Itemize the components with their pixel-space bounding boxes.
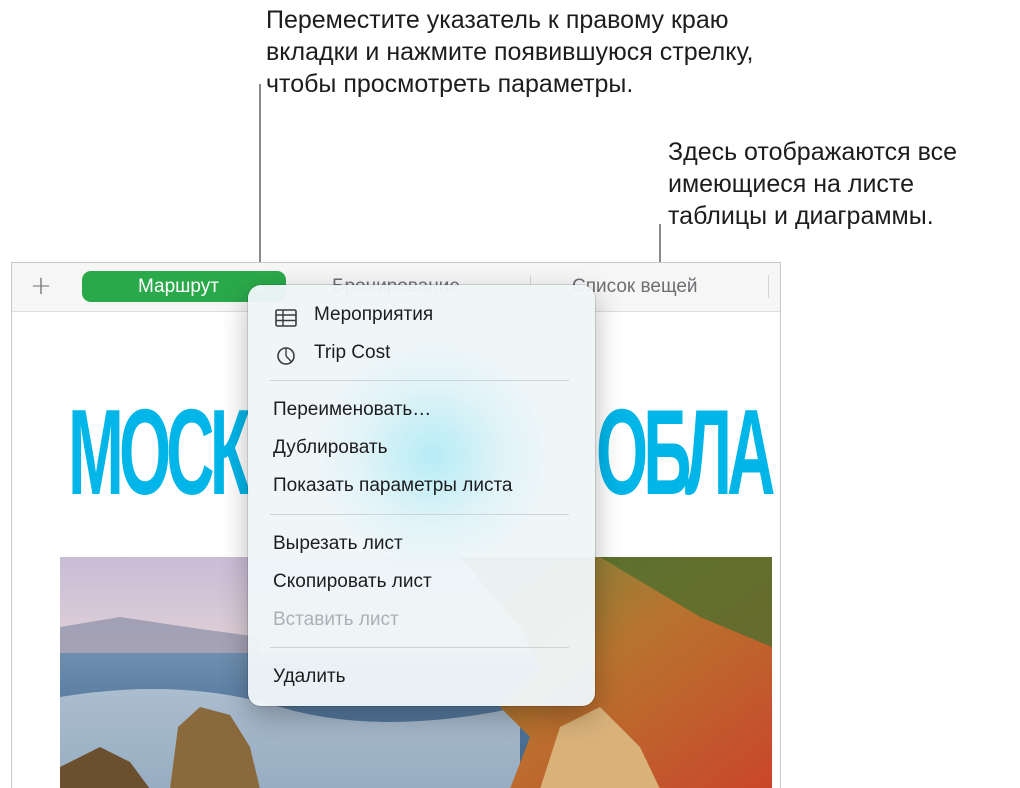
pie-chart-icon — [275, 344, 297, 365]
sheet-tab-label: Маршрут — [138, 276, 219, 297]
menu-separator — [270, 380, 569, 381]
menu-item-duplicate[interactable]: Дублировать — [273, 432, 388, 464]
sheet-context-menu: Мероприятия Trip Cost Переименовать… Дуб… — [248, 285, 595, 706]
callout-tab-arrow: Переместите указатель к правому краю вкл… — [266, 6, 754, 98]
hero-title-right: ОБЛА — [596, 384, 775, 520]
menu-item-rename[interactable]: Переименовать… — [273, 394, 431, 426]
menu-item-show-sheet-options[interactable]: Показать параметры листа — [273, 470, 513, 502]
menu-item-copy-sheet[interactable]: Скопировать лист — [273, 566, 432, 598]
table-icon — [275, 306, 297, 327]
add-sheet-button[interactable]: + — [28, 271, 54, 301]
menu-item-paste-sheet: Вставить лист — [273, 609, 399, 630]
menu-item-delete[interactable]: Удалить — [273, 661, 346, 693]
menu-separator — [270, 514, 569, 515]
tab-divider — [768, 275, 769, 298]
menu-item-label: Trip Cost — [314, 342, 391, 363]
menu-item-cut-sheet[interactable]: Вырезать лист — [273, 528, 403, 560]
menu-item-label: Мероприятия — [314, 304, 434, 325]
callout-sheet-objects: Здесь отображаются все имеющиеся на лист… — [668, 138, 958, 230]
menu-separator — [270, 647, 569, 648]
hero-title-left: МОСК — [68, 384, 251, 520]
leader-line-tab-arrow — [259, 84, 261, 280]
